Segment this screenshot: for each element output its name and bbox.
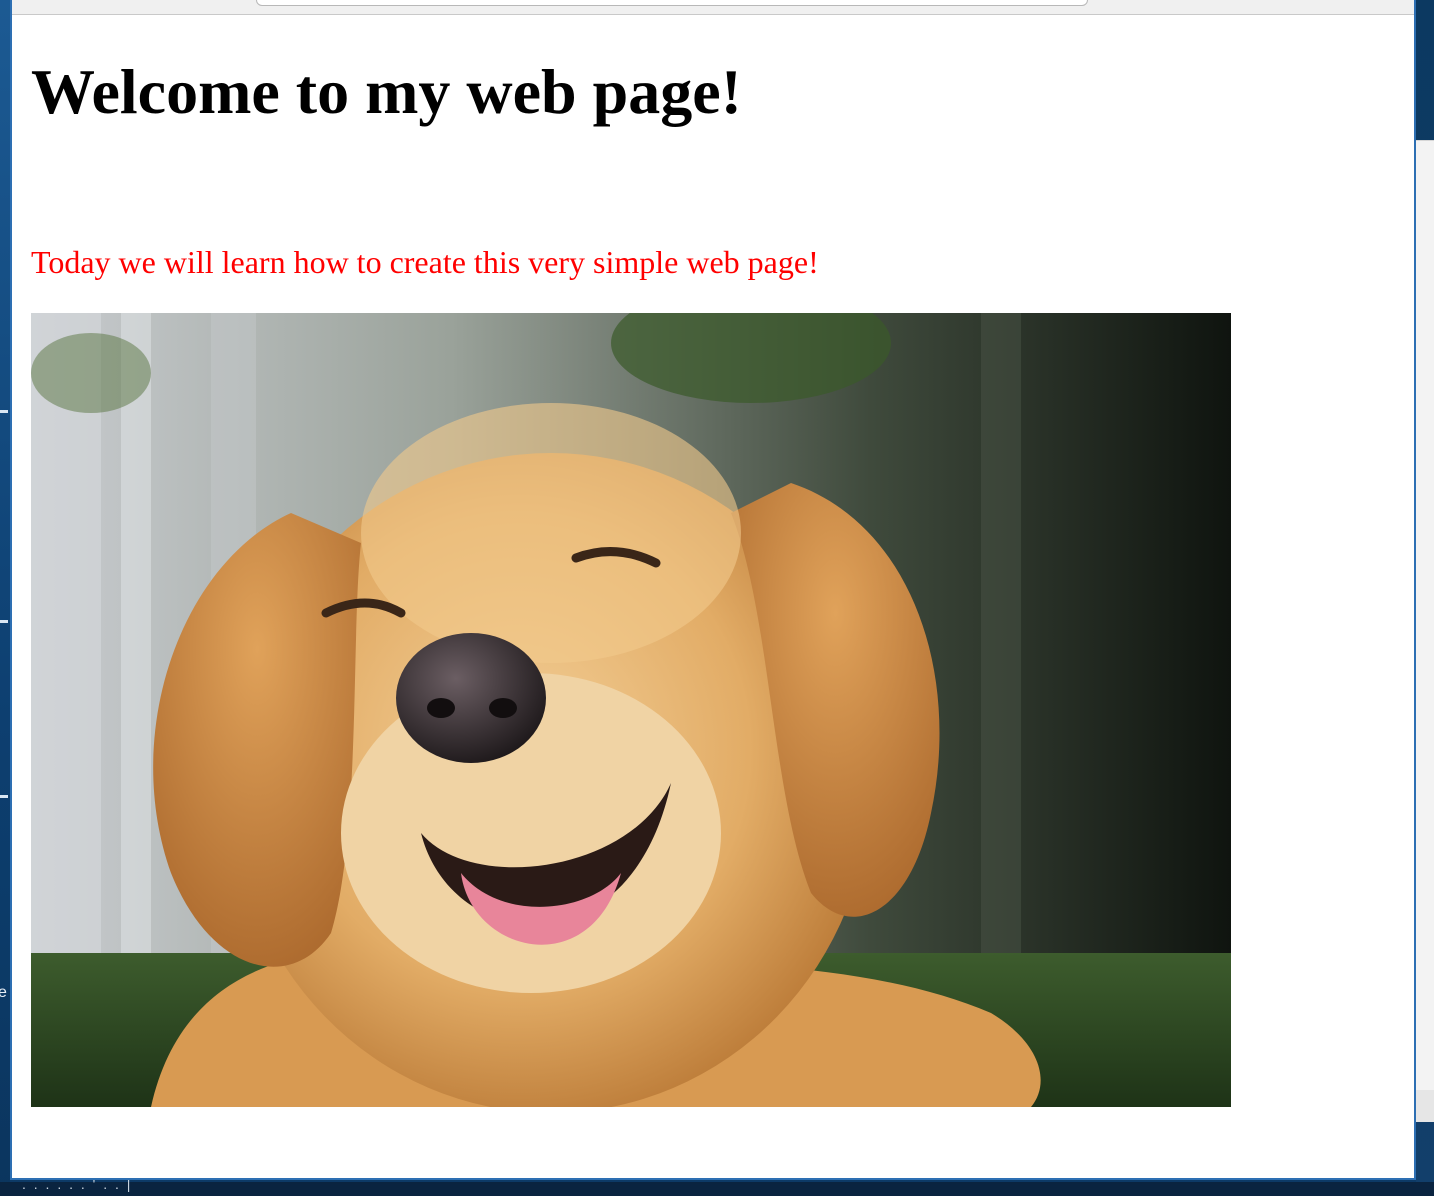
background-window-edge — [1416, 140, 1434, 1091]
desktop-icon-dot — [0, 795, 8, 798]
browser-window: Welcome to my web page! Today we will le… — [10, 0, 1416, 1180]
page-subtitle: Today we will learn how to create this v… — [31, 244, 819, 280]
desktop-icon-label-fragment: e — [0, 984, 7, 1001]
taskbar[interactable]: . . . . . . ' . . | — [0, 1176, 1434, 1196]
page-title: Welcome to my web page! — [31, 56, 742, 127]
desktop-icon-dot — [0, 620, 8, 623]
address-bar[interactable] — [256, 0, 1088, 6]
dog-photo-illustration — [31, 313, 1231, 1107]
dog-photo — [31, 313, 1231, 1107]
desktop-background-left: e — [0, 0, 10, 1196]
page-content: Welcome to my web page! Today we will le… — [12, 15, 1414, 1178]
desktop-icon-dot — [0, 410, 8, 413]
background-window-scrollbar — [1416, 1090, 1434, 1122]
browser-toolbar — [12, 0, 1414, 15]
